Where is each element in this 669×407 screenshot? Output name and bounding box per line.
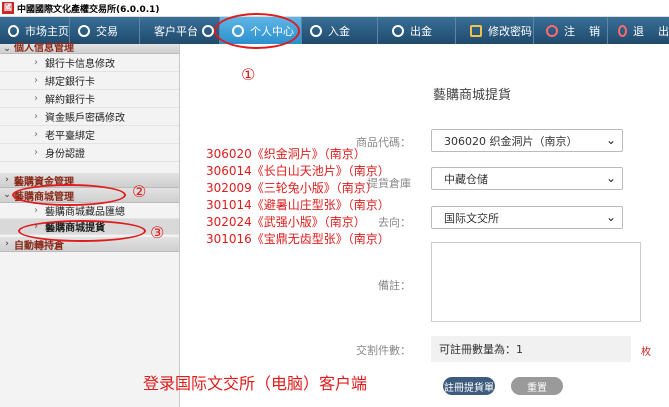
product-list-item: 302024《武强小版》（南京） — [206, 215, 366, 229]
nav-deposit-label: 入金 — [328, 24, 350, 38]
annotation-marker-1: ① — [241, 65, 256, 84]
product-list-item: 306020《织金洞片》（南京） — [206, 147, 366, 161]
nav-client-platform[interactable]: 客户平台 — [140, 17, 220, 44]
sidebar-item-label: 銀行卡信息修改 — [45, 59, 115, 70]
quantity-field[interactable]: 可註冊數量為：1 — [431, 336, 631, 362]
deposit-icon — [310, 24, 322, 37]
sidebar-section-personal-label: 個人信息管理 — [14, 43, 74, 54]
title-bar: 國 中國國際文化產權交易所(6.0.0.1) — [0, 0, 669, 17]
annotation-ellipse-2 — [12, 184, 126, 206]
sidebar-item-mall-summary[interactable]: › 藝購商城藏品匯總 — [0, 203, 179, 219]
sidebar-item-label: 解約銀行卡 — [45, 95, 95, 106]
sidebar-item-label: 老平臺綁定 — [45, 131, 95, 142]
nav-exit[interactable]: 退 出 — [608, 17, 669, 44]
reset-button[interactable]: 重置 — [511, 377, 563, 395]
product-list-item: 302009《三轮兔小版》（南京） — [206, 181, 378, 195]
product-code-select[interactable]: 306020 织金洞片（南京） ⌄ — [431, 129, 623, 152]
chevron-down-icon: ⌄ — [605, 210, 616, 224]
key-icon — [470, 24, 482, 37]
bottom-caption: 登录国际文交所（电脑）客户端 — [143, 374, 368, 393]
remark-textarea[interactable] — [431, 242, 641, 322]
product-list-item: 301016《宝鼎无齿型张》（南京） — [206, 232, 390, 246]
chevron-right-icon: › — [34, 57, 38, 68]
annotation-marker-3: ③ — [150, 223, 165, 242]
product-code-value: 306020 织金洞片（南京） — [444, 134, 578, 148]
nav-logout-label: 注 销 — [564, 24, 600, 38]
nav-trade-label: 交易 — [96, 24, 118, 38]
chevron-right-icon: › — [34, 111, 38, 122]
chevron-down-icon: ⌄ — [605, 133, 616, 147]
submit-pickup-button[interactable]: 註冊提貨單 — [443, 377, 495, 395]
destination-value: 国际文交所 — [444, 211, 499, 225]
quantity-unit: 枚 — [641, 347, 651, 358]
nav-logout[interactable]: 注 销 — [534, 17, 608, 44]
annotation-ellipse-3 — [18, 220, 146, 242]
client-icon — [202, 24, 214, 37]
nav-client-label: 客户平台 — [154, 24, 198, 38]
nav-exit-label: 退 出 — [633, 24, 669, 38]
page-title: 藝購商城提貨 — [433, 88, 512, 103]
warehouse-value: 中藏仓储 — [444, 172, 488, 186]
sidebar-item-label: 身份認證 — [45, 149, 85, 160]
sidebar-item-label: 資金賬戶密碼修改 — [45, 113, 125, 124]
window-title: 中國國際文化產權交易所(6.0.0.1) — [17, 4, 160, 15]
quantity-value: 可註冊數量為：1 — [439, 343, 523, 356]
sidebar-item-fund-password[interactable]: › 資金賬戶密碼修改 — [0, 108, 179, 126]
power-icon — [546, 24, 558, 37]
destination-select[interactable]: 国际文交所 ⌄ — [431, 206, 623, 229]
sidebar-item-label: 綁定銀行卡 — [45, 77, 95, 88]
nav-change-password-label: 修改密码 — [488, 24, 532, 38]
sidebar-section-personal[interactable]: ⌄ 個人信息管理 — [0, 43, 179, 54]
chevron-down-icon: ⌄ — [3, 43, 11, 54]
quantity-label: 交割件數： — [356, 344, 411, 357]
warehouse-select[interactable]: 中藏仓储 ⌄ — [431, 167, 623, 190]
sidebar-item-identity-verify[interactable]: › 身份認證 — [0, 144, 179, 162]
annotation-marker-2: ② — [132, 182, 147, 201]
chevron-right-icon: › — [34, 205, 38, 216]
sidebar-item-bank-card-edit[interactable]: › 銀行卡信息修改 — [0, 54, 179, 72]
annotation-ellipse-1 — [214, 13, 300, 49]
trade-icon — [78, 24, 90, 37]
nav-deposit[interactable]: 入金 — [302, 17, 378, 44]
nav-home-label: 市场主页 — [25, 24, 69, 38]
chevron-right-icon: › — [34, 147, 38, 158]
nav-trade[interactable]: 交易 — [70, 17, 140, 44]
power-icon — [618, 24, 627, 37]
app-logo-icon: 國 — [2, 2, 14, 14]
product-list-item: 306014《长白山天池片》（南京） — [206, 164, 390, 178]
home-icon — [8, 24, 19, 37]
chevron-right-icon: › — [5, 175, 9, 185]
sidebar-item-bind-bank-card[interactable]: › 綁定銀行卡 — [0, 72, 179, 90]
chevron-right-icon: › — [34, 129, 38, 140]
main-nav: 市场主页 交易 客户平台 个人中心 入金 出金 修改密码 注 销 退 出 — [0, 17, 669, 44]
product-list-item: 301014《避暑山庄型张》（南京） — [206, 198, 390, 212]
sidebar-item-unbind-bank-card[interactable]: › 解約銀行卡 — [0, 90, 179, 108]
nav-change-password[interactable]: 修改密码 — [456, 17, 534, 44]
sidebar-item-old-platform-bind[interactable]: › 老平臺綁定 — [0, 126, 179, 144]
nav-withdraw-label: 出金 — [410, 24, 432, 38]
remark-label: 備註： — [378, 279, 411, 292]
withdraw-icon — [392, 24, 404, 37]
nav-withdraw[interactable]: 出金 — [378, 17, 456, 44]
chevron-right-icon: › — [34, 75, 38, 86]
chevron-right-icon: › — [5, 239, 9, 249]
chevron-down-icon: ⌄ — [605, 171, 616, 185]
chevron-right-icon: › — [34, 93, 38, 104]
